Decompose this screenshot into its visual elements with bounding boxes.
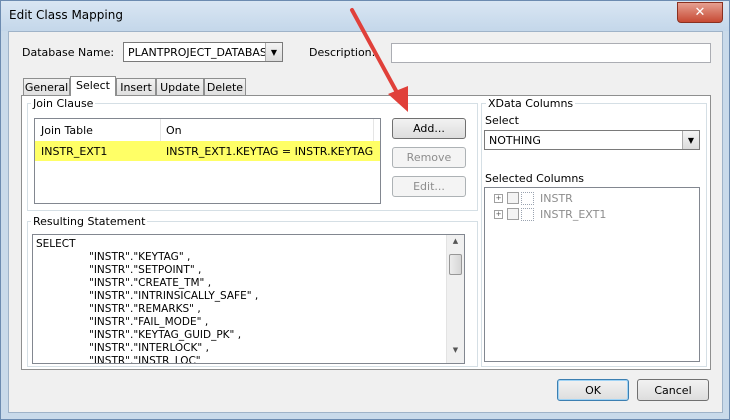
expand-icon[interactable]: + [494,193,503,203]
join-table-grid[interactable]: Join Table On INSTR_EXT1 INSTR_EXT1.KEYT… [34,118,381,204]
window-title: Edit Class Mapping [9,8,123,22]
statement-line: "INSTR"."REMARKS" , [89,303,201,315]
tab-general[interactable]: General [23,78,70,95]
close-button[interactable]: ✕ [677,2,723,23]
column-divider [373,119,374,141]
tab-update[interactable]: Update [156,78,204,95]
description-field[interactable] [391,43,711,63]
scroll-down-icon[interactable]: ▼ [447,346,464,361]
resulting-statement-label: Resulting Statement [31,215,148,228]
chevron-down-icon[interactable]: ▼ [682,131,699,149]
statement-line: "INSTR"."FAIL_MODE" , [89,316,209,328]
tree-item-checkbox[interactable] [507,192,519,204]
resulting-statement-textarea[interactable]: SELECT "INSTR"."KEYTAG" , "INSTR"."SETPO… [32,234,465,364]
ok-button[interactable]: OK [557,379,629,401]
column-header-join-table[interactable]: Join Table [41,124,93,137]
database-name-combo[interactable]: PLANTPROJECT_DATABAS ▼ [123,42,283,62]
tree-item-label: INSTR [540,191,573,205]
close-icon: ✕ [694,5,706,20]
chevron-down-icon[interactable]: ▼ [265,43,282,61]
tab-delete[interactable]: Delete [204,78,246,95]
statement-line: "INSTR"."INSTR_LOC" [89,355,201,364]
join-table-cell: INSTR_EXT1 [41,145,108,158]
statement-line: SELECT [36,238,76,250]
selected-columns-tree[interactable]: + INSTR + INSTR_EXT1 [484,187,700,362]
expand-icon[interactable]: + [494,209,503,219]
annotation-arrow [350,8,408,112]
statement-line: "INSTR"."KEYTAG" , [89,251,191,263]
database-name-label: Database Name: [22,46,115,59]
statement-line: "INSTR"."INTERLOCK" , [89,342,209,354]
remove-button[interactable]: Remove [392,147,466,168]
add-button[interactable]: Add... [392,118,466,139]
cancel-button[interactable]: Cancel [637,379,709,401]
xdata-select-value: NOTHING [489,134,541,147]
tree-item-label: INSTR_EXT1 [540,207,607,221]
scroll-thumb[interactable] [449,254,462,275]
table-icon [521,207,534,221]
statement-line: "INSTR"."INTRINSICALLY_SAFE" , [89,290,259,302]
database-name-value: PLANTPROJECT_DATABAS [128,46,267,59]
edit-button[interactable]: Edit... [392,176,466,197]
column-divider [160,119,161,141]
xdata-select-combo[interactable]: NOTHING ▼ [484,130,700,150]
tab-select[interactable]: Select [70,76,116,96]
edit-class-mapping-window: Edit Class Mapping ✕ Database Name: PLAN… [0,0,730,420]
join-clause-label: Join Clause [31,97,96,110]
grid-header: Join Table On [35,119,380,142]
statement-line: "INSTR"."CREATE_TM" , [89,277,212,289]
scroll-up-icon[interactable]: ▲ [447,237,464,252]
tree-item[interactable]: + INSTR [494,191,573,205]
xdata-select-label: Select [485,114,519,127]
tab-insert[interactable]: Insert [116,78,156,95]
on-cell: INSTR_EXT1.KEYTAG = INSTR.KEYTAG [166,145,374,158]
annotation-arrow-shaft [350,8,402,100]
statement-line: "INSTR"."SETPOINT" , [89,264,202,276]
xdata-columns-label: XData Columns [486,97,576,110]
statement-scrollbar[interactable]: ▲ ▼ [446,235,464,363]
table-icon [521,191,534,205]
selected-columns-label: Selected Columns [485,172,585,185]
annotation-arrow-head [388,86,408,112]
column-header-on[interactable]: On [166,124,182,137]
statement-line: "INSTR"."KEYTAG_GUID_PK" , [89,329,242,341]
tree-item[interactable]: + INSTR_EXT1 [494,207,606,221]
table-row[interactable]: INSTR_EXT1 INSTR_EXT1.KEYTAG = INSTR.KEY… [35,141,380,161]
tree-item-checkbox[interactable] [507,208,519,220]
